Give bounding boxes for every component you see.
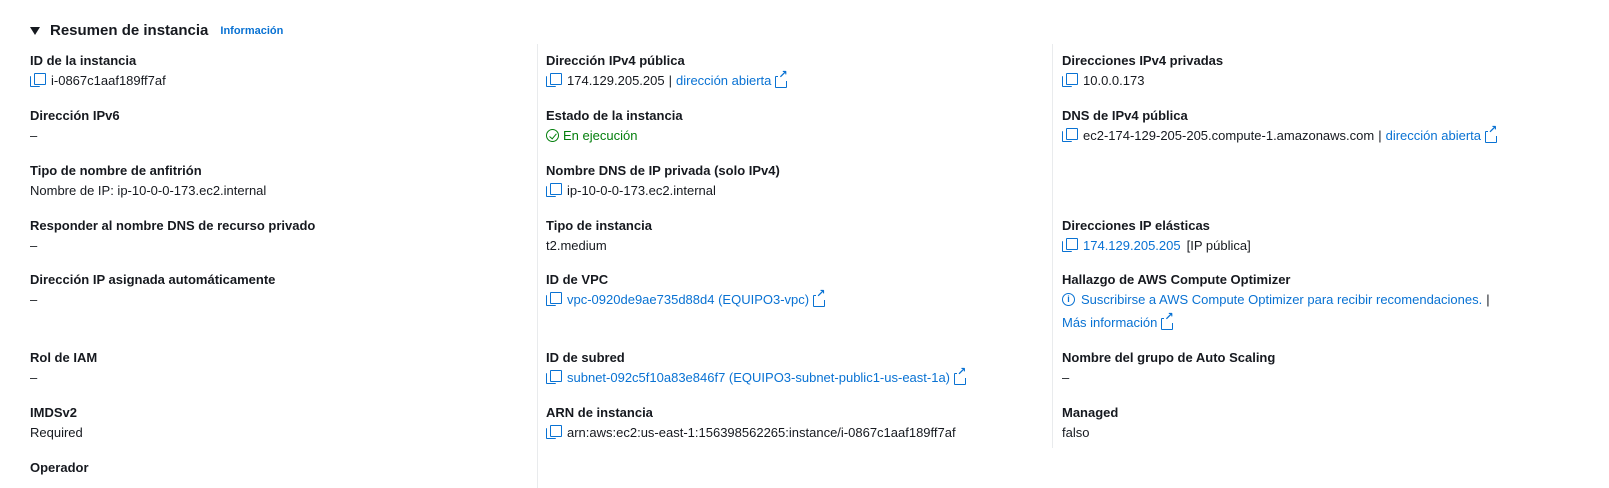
copy-icon[interactable] xyxy=(546,425,562,440)
field-instance-type: Tipo de instancia t2.medium xyxy=(546,217,652,254)
field-auto-ip: Dirección IP asignada automáticamente – xyxy=(30,271,275,308)
copy-icon[interactable] xyxy=(1062,238,1078,253)
field-public-ipv4: Dirección IPv4 pública 174.129.205.205 |… xyxy=(546,52,788,89)
field-label: Tipo de nombre de anfitrión xyxy=(30,163,202,178)
field-instance-arn: ARN de instancia arn:aws:ec2:us-east-1:1… xyxy=(546,404,956,441)
field-imdsv2: IMDSv2 Required xyxy=(30,404,83,441)
field-label: Estado de la instancia xyxy=(546,108,683,123)
copy-icon[interactable] xyxy=(546,183,562,198)
field-hostname-type: Tipo de nombre de anfitrión Nombre de IP… xyxy=(30,162,266,199)
field-label: Nombre DNS de IP privada (solo IPv4) xyxy=(546,163,780,178)
column-divider xyxy=(1052,44,1053,448)
field-operator: Operador xyxy=(30,459,89,476)
field-label: IMDSv2 xyxy=(30,405,77,420)
field-label: ID de VPC xyxy=(546,272,609,287)
copy-icon[interactable] xyxy=(546,73,562,88)
field-label: ARN de instancia xyxy=(546,405,653,420)
separator: | xyxy=(668,73,672,88)
public-dns-value: ec2-174-129-205-205.compute-1.amazonaws.… xyxy=(1083,128,1375,143)
field-ipv6: Dirección IPv6 – xyxy=(30,107,120,144)
imdsv2-value: Required xyxy=(30,425,83,440)
public-ipv4-value: 174.129.205.205 xyxy=(567,73,665,88)
field-public-dns: DNS de IPv4 pública ec2-174-129-205-205.… xyxy=(1062,107,1498,144)
private-ipv4-value: 10.0.0.173 xyxy=(1083,73,1145,88)
instance-id-value: i-0867c1aaf189ff7af xyxy=(51,73,166,88)
elastic-ip-link[interactable]: 174.129.205.205 xyxy=(1083,237,1181,254)
field-vpc-id: ID de VPC vpc-0920de9ae735d88d4 (EQUIPO3… xyxy=(546,271,826,308)
open-address-link[interactable]: dirección abierta xyxy=(1386,127,1481,144)
field-compute-optimizer: Hallazgo de AWS Compute Optimizer i Susc… xyxy=(1062,271,1494,331)
asg-name-value: – xyxy=(1062,370,1070,385)
field-label: Nombre del grupo de Auto Scaling xyxy=(1062,350,1276,365)
more-info-link[interactable]: Más información xyxy=(1062,314,1157,331)
field-label: Tipo de instancia xyxy=(546,218,652,233)
external-link-icon[interactable] xyxy=(954,366,967,385)
vpc-id-link[interactable]: vpc-0920de9ae735d88d4 (EQUIPO3-vpc) xyxy=(567,291,809,308)
copy-icon[interactable] xyxy=(1062,128,1078,143)
field-iam-role: Rol de IAM – xyxy=(30,349,97,386)
optimizer-subscribe-link[interactable]: Suscribirse a AWS Compute Optimizer para… xyxy=(1081,291,1482,308)
external-link-icon[interactable] xyxy=(1485,124,1498,143)
field-respond-dns: Responder al nombre DNS de recurso priva… xyxy=(30,217,315,254)
instance-type-value: t2.medium xyxy=(546,238,607,253)
info-link[interactable]: Información xyxy=(220,25,283,37)
field-instance-state: Estado de la instancia En ejecución xyxy=(546,107,683,144)
separator: | xyxy=(1486,292,1490,307)
field-label: Operador xyxy=(30,460,89,475)
field-label: DNS de IPv4 pública xyxy=(1062,108,1188,123)
field-label: Dirección IP asignada automáticamente xyxy=(30,272,276,287)
column-divider xyxy=(537,44,538,488)
open-address-link[interactable]: dirección abierta xyxy=(676,72,771,89)
field-managed: Managed falso xyxy=(1062,404,1118,441)
caret-down-icon[interactable] xyxy=(30,26,40,35)
respond-dns-value: – xyxy=(30,238,38,253)
field-label: Rol de IAM xyxy=(30,350,98,365)
external-link-icon[interactable] xyxy=(813,288,826,307)
section-title[interactable]: Resumen de instancia xyxy=(50,22,208,39)
field-private-dns: Nombre DNS de IP privada (solo IPv4) ip-… xyxy=(546,162,780,199)
field-label: ID de la instancia xyxy=(30,53,137,68)
field-label: Dirección IPv6 xyxy=(30,108,120,123)
separator: | xyxy=(1378,128,1382,143)
managed-value: falso xyxy=(1062,425,1090,440)
external-link-icon[interactable] xyxy=(775,69,788,88)
info-icon: i xyxy=(1062,293,1075,306)
field-subnet-id: ID de subred subnet-092c5f10a83e846f7 (E… xyxy=(546,349,967,386)
field-instance-id: ID de la instancia i-0867c1aaf189ff7af xyxy=(30,52,166,89)
private-dns-value: ip-10-0-0-173.ec2.internal xyxy=(567,183,716,198)
instance-state-value: En ejecución xyxy=(563,128,638,143)
external-link-icon[interactable] xyxy=(1161,311,1174,330)
field-label: Direcciones IPv4 privadas xyxy=(1062,53,1224,68)
field-label: ID de subred xyxy=(546,350,625,365)
field-label: Dirección IPv4 pública xyxy=(546,53,685,68)
field-private-ipv4: Direcciones IPv4 privadas 10.0.0.173 xyxy=(1062,52,1223,89)
field-label: Direcciones IP elásticas xyxy=(1062,218,1210,233)
field-asg-name: Nombre del grupo de Auto Scaling – xyxy=(1062,349,1275,386)
auto-ip-value: – xyxy=(30,292,38,307)
copy-icon[interactable] xyxy=(1062,73,1078,88)
ipv6-value: – xyxy=(30,128,38,143)
field-elastic-ip: Direcciones IP elásticas 174.129.205.205… xyxy=(1062,217,1251,254)
instance-arn-value: arn:aws:ec2:us-east-1:156398562265:insta… xyxy=(567,425,956,440)
elastic-ip-suffix: [IP pública] xyxy=(1186,238,1251,253)
hostname-type-value: Nombre de IP: ip-10-0-0-173.ec2.internal xyxy=(30,183,267,198)
section-header: Resumen de instancia Información xyxy=(30,22,283,39)
copy-icon[interactable] xyxy=(30,73,46,88)
subnet-id-link[interactable]: subnet-092c5f10a83e846f7 (EQUIPO3-subnet… xyxy=(567,369,950,386)
copy-icon[interactable] xyxy=(546,292,562,307)
check-circle-icon xyxy=(546,129,559,142)
copy-icon[interactable] xyxy=(546,370,562,385)
iam-role-value: – xyxy=(30,370,38,385)
field-label: Managed xyxy=(1062,405,1119,420)
field-label: Hallazgo de AWS Compute Optimizer xyxy=(1062,272,1291,287)
field-label: Responder al nombre DNS de recurso priva… xyxy=(30,218,316,233)
